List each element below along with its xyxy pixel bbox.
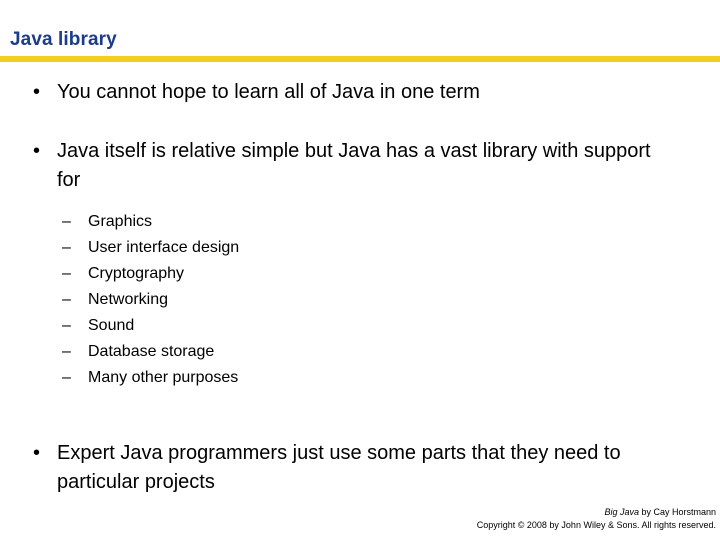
list-item-label: Networking: [88, 291, 169, 308]
list-item-label: Database storage: [88, 343, 215, 360]
bullet-item: • Java itself is relative simple but Jav…: [0, 137, 720, 195]
bullet-marker-icon: •: [33, 442, 41, 464]
dash-marker-icon: –: [62, 265, 71, 282]
slide-footer: Big Java by Cay Horstmann Copyright © 20…: [477, 506, 716, 532]
list-item: – Many other purposes: [0, 365, 720, 391]
author-credit: by Cay Horstmann: [638, 507, 716, 517]
footer-copyright: Copyright © 2008 by John Wiley & Sons. A…: [476, 520, 716, 530]
list-item-label: Cryptography: [88, 265, 185, 282]
list-item: – Sound: [0, 313, 720, 339]
title-divider-rule: [0, 56, 720, 62]
dash-marker-icon: –: [62, 317, 71, 334]
dash-marker-icon: –: [62, 239, 71, 256]
footer-attribution: Big Java by Cay Horstmann: [477, 506, 716, 519]
slide: Java library • You cannot hope to learn …: [0, 0, 720, 540]
bullet-text: Java itself is relative simple but Java …: [57, 140, 651, 191]
bullet-item: • Expert Java programmers just use some …: [0, 439, 720, 497]
list-item: – Database storage: [0, 339, 720, 365]
slide-body: • You cannot hope to learn all of Java i…: [0, 78, 720, 497]
bullet-marker-icon: •: [33, 81, 41, 103]
bullet-marker-icon: •: [33, 140, 41, 162]
list-item: – Graphics: [0, 209, 720, 235]
list-item-label: Sound: [88, 317, 135, 334]
list-item: – User interface design: [0, 235, 720, 261]
list-item: – Cryptography: [0, 261, 720, 287]
list-item: – Networking: [0, 287, 720, 313]
dash-marker-icon: –: [62, 369, 71, 386]
dash-marker-icon: –: [62, 213, 71, 230]
page-title: Java library: [10, 29, 117, 50]
sub-list: – Graphics – User interface design – Cry…: [0, 209, 720, 391]
list-item-label: Many other purposes: [88, 369, 239, 386]
bullet-text: You cannot hope to learn all of Java in …: [57, 81, 480, 103]
list-item-label: User interface design: [88, 239, 240, 256]
dash-marker-icon: –: [62, 291, 71, 308]
list-item-label: Graphics: [88, 213, 153, 230]
book-title: Big Java: [604, 507, 639, 517]
bullet-text: Expert Java programmers just use some pa…: [57, 442, 621, 493]
dash-marker-icon: –: [62, 343, 71, 360]
bullet-item: • You cannot hope to learn all of Java i…: [0, 78, 720, 107]
